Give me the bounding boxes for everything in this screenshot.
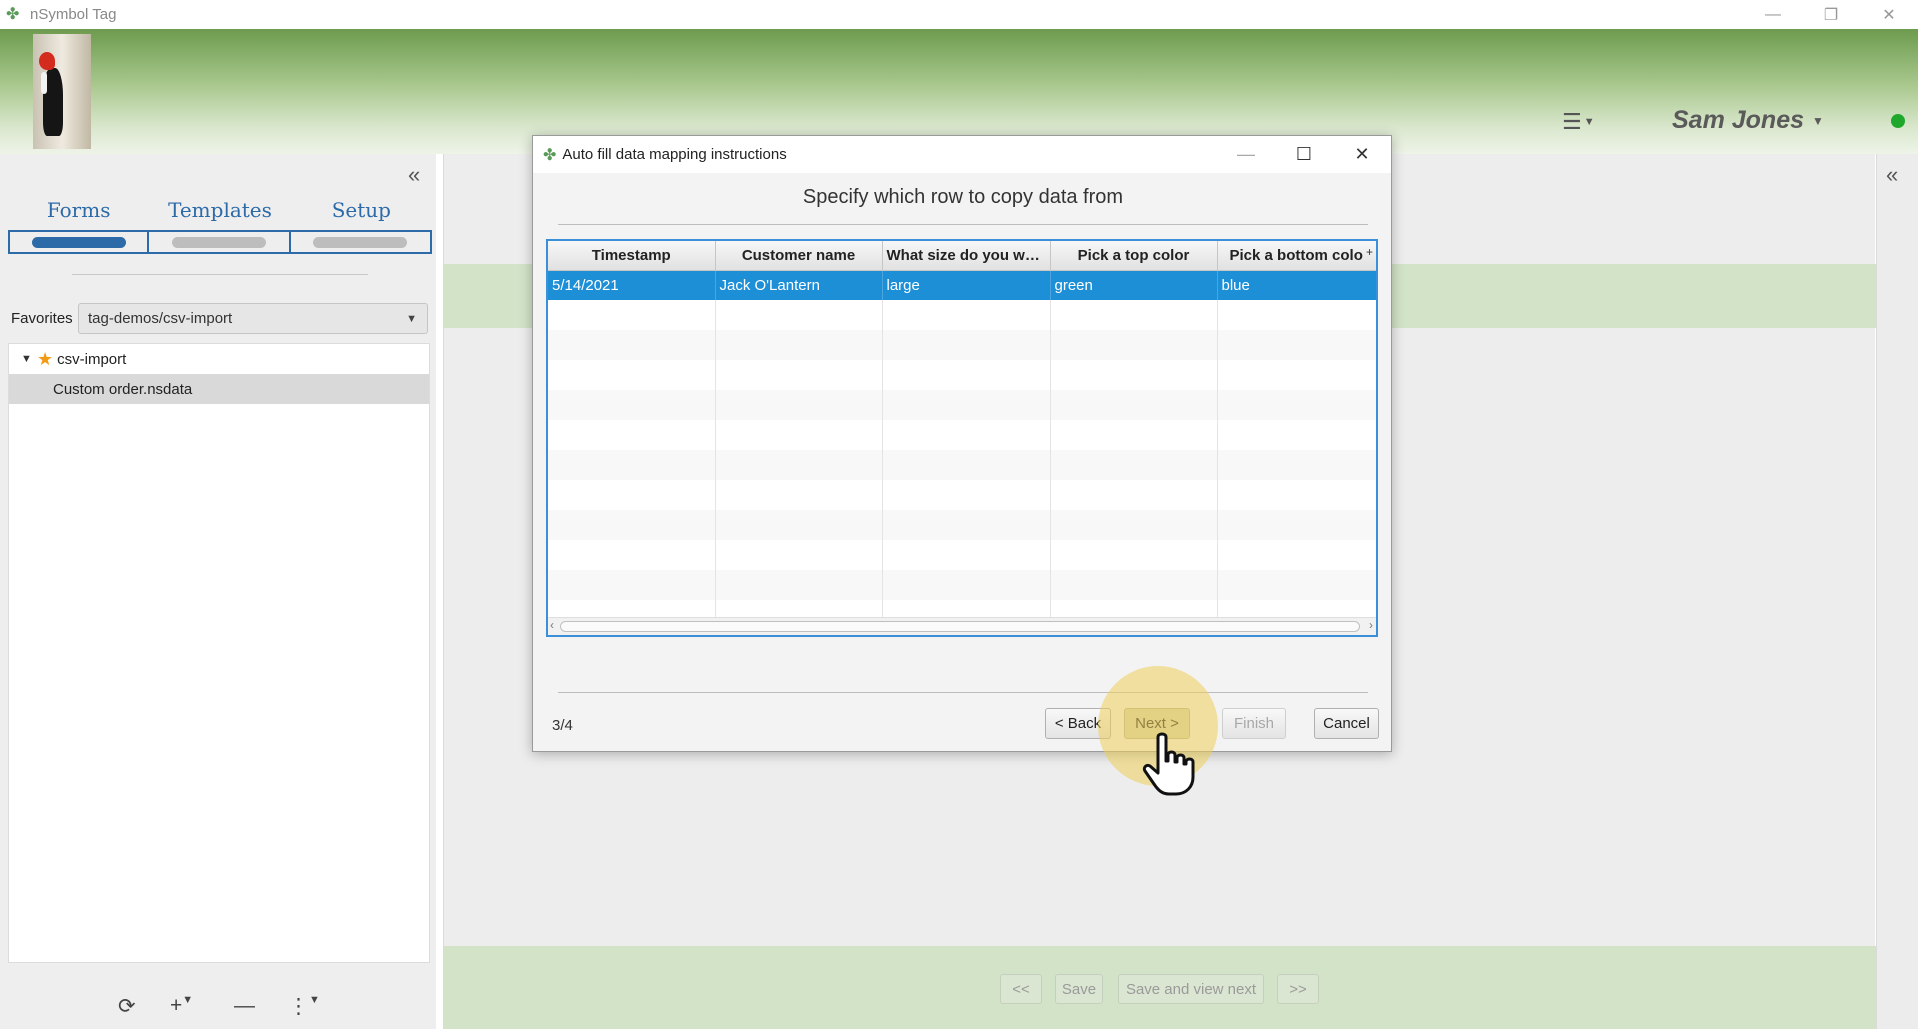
column-header[interactable]: Pick a top color — [1050, 241, 1218, 271]
logo-bird-head — [39, 52, 55, 70]
column-header[interactable]: What size do you wa... — [882, 241, 1051, 271]
sidebar-divider — [72, 274, 368, 275]
table-row[interactable] — [548, 420, 1376, 450]
window-titlebar: ✤ nSymbol Tag — ❐ ✕ — [0, 0, 1918, 29]
finish-button[interactable]: Finish — [1222, 708, 1286, 739]
table-row[interactable] — [548, 540, 1376, 570]
table-row[interactable] — [548, 390, 1376, 420]
expand-triangle-icon[interactable]: ▼ — [21, 353, 37, 365]
back-button[interactable]: < Back — [1045, 708, 1111, 739]
tab-setup[interactable]: Setup — [290, 198, 432, 254]
favorites-label: Favorites — [11, 310, 73, 327]
chevron-down-icon: ▼ — [1583, 116, 1595, 128]
table-row[interactable] — [548, 300, 1376, 330]
tree-file-label: Custom order.nsdata — [53, 380, 193, 398]
app-icon: ✤ — [543, 146, 557, 164]
table-row[interactable] — [548, 510, 1376, 540]
dialog-heading: Specify which row to copy data from — [802, 186, 1124, 208]
dialog-divider-bottom — [558, 692, 1368, 693]
left-panel: « Forms Templates Setup Favorites tag-de… — [0, 154, 436, 1029]
window-title: nSymbol Tag — [30, 6, 117, 23]
connection-status-icon — [1891, 114, 1905, 128]
table-cell: Jack O'Lantern — [715, 270, 883, 300]
sidebar-toolbar: ⟳ + ▼ — ⋮ ▼ — [0, 988, 436, 1024]
tab-templates-label: Templates — [168, 198, 272, 222]
dialog-title: Auto fill data mapping instructions — [562, 146, 787, 163]
more-columns-icon[interactable]: + — [1366, 245, 1373, 259]
tab-forms[interactable]: Forms — [8, 198, 150, 254]
scroll-right-icon[interactable]: › — [1369, 618, 1373, 632]
window-controls: — ❐ ✕ — [1744, 0, 1918, 29]
tab-setup-label: Setup — [331, 198, 391, 222]
file-tree: ▼ ★ csv-import Custom order.nsdata — [8, 343, 430, 963]
table-row[interactable] — [548, 480, 1376, 510]
dialog-titlebar: ✤ Auto fill data mapping instructions — … — [533, 136, 1391, 173]
column-header[interactable]: Pick a bottom colo — [1217, 241, 1376, 271]
sidebar-tabs: Forms Templates Setup — [8, 198, 432, 254]
remove-icon[interactable]: — — [234, 994, 255, 1018]
favorites-select[interactable]: tag-demos/csv-import ▼ — [78, 303, 428, 334]
tree-file[interactable]: Custom order.nsdata — [9, 374, 429, 404]
column-header[interactable]: Customer name — [715, 241, 883, 271]
table-cell: 5/14/2021 — [548, 270, 716, 300]
cancel-button[interactable]: Cancel — [1314, 708, 1379, 739]
wizard-step-indicator: 3/4 — [552, 717, 573, 734]
expand-right-panel-icon[interactable]: « — [1886, 162, 1898, 188]
chevron-down-icon: ▼ — [182, 994, 194, 1006]
user-menu-button[interactable]: Sam Jones ▼ — [1672, 106, 1824, 135]
maximize-icon[interactable]: ☐ — [1275, 136, 1333, 173]
minimize-icon[interactable]: — — [1744, 0, 1802, 29]
table-row[interactable] — [548, 570, 1376, 600]
logo-bird-stripe — [41, 72, 47, 94]
collapse-left-panel-icon[interactable]: « — [408, 162, 420, 188]
hamburger-icon: ☰ — [1562, 109, 1582, 134]
autofill-dialog: ✤ Auto fill data mapping instructions — … — [532, 135, 1392, 752]
favorites-value: tag-demos/csv-import — [88, 310, 233, 327]
chevron-down-icon: ▼ — [406, 313, 417, 325]
table-row[interactable] — [548, 360, 1376, 390]
next-button[interactable]: Next > — [1124, 708, 1190, 739]
column-header[interactable]: Timestamp — [548, 241, 716, 271]
chevron-down-icon: ▼ — [1812, 113, 1824, 128]
save-button[interactable]: Save — [1055, 974, 1103, 1004]
data-grid[interactable]: Timestamp Customer name What size do you… — [546, 239, 1378, 637]
restore-icon[interactable]: ❐ — [1802, 0, 1860, 29]
tab-setup-indicator — [290, 230, 432, 254]
tab-templates[interactable]: Templates — [149, 198, 291, 254]
dialog-divider-top — [558, 224, 1368, 225]
refresh-icon[interactable]: ⟳ — [118, 994, 136, 1019]
tree-folder[interactable]: ▼ ★ csv-import — [9, 344, 429, 374]
woodpecker-logo — [33, 34, 91, 149]
user-name: Sam Jones — [1672, 106, 1805, 134]
dialog-window-controls: — ☐ ✕ — [1217, 136, 1391, 173]
data-table: Timestamp Customer name What size do you… — [548, 241, 1376, 630]
add-menu-button[interactable]: + ▼ — [170, 994, 193, 1018]
close-icon[interactable]: ✕ — [1333, 136, 1391, 173]
tab-templates-indicator — [149, 230, 291, 254]
table-row[interactable] — [548, 450, 1376, 480]
star-icon: ★ — [37, 348, 54, 369]
save-and-view-next-button[interactable]: Save and view next — [1118, 974, 1264, 1004]
close-icon[interactable]: ✕ — [1860, 0, 1918, 29]
more-options-button[interactable]: ⋮ ▼ — [288, 994, 320, 1019]
last-record-button[interactable]: >> — [1277, 974, 1319, 1004]
app-icon: ✤ — [6, 5, 20, 23]
right-panel-rail: « — [1876, 154, 1918, 1029]
table-cell: green — [1050, 270, 1218, 300]
chevron-down-icon: ▼ — [309, 993, 320, 1006]
tab-forms-indicator — [8, 230, 150, 254]
tree-folder-label: csv-import — [57, 350, 127, 368]
tab-forms-label: Forms — [46, 198, 111, 222]
table-row[interactable]: 5/14/2021 Jack O'Lantern large green blu… — [548, 270, 1376, 300]
table-row[interactable] — [548, 330, 1376, 360]
table-header-row: Timestamp Customer name What size do you… — [548, 241, 1376, 271]
table-cell: large — [882, 270, 1051, 300]
scrollbar-thumb[interactable] — [560, 621, 1360, 632]
first-record-button[interactable]: << — [1000, 974, 1042, 1004]
table-cell: blue — [1217, 270, 1376, 300]
minimize-icon[interactable]: — — [1217, 136, 1275, 173]
scroll-left-icon[interactable]: ‹ — [550, 618, 554, 632]
hamburger-menu-button[interactable]: ☰ ▼ — [1562, 109, 1595, 135]
horizontal-scrollbar[interactable]: ‹ › — [548, 617, 1376, 635]
